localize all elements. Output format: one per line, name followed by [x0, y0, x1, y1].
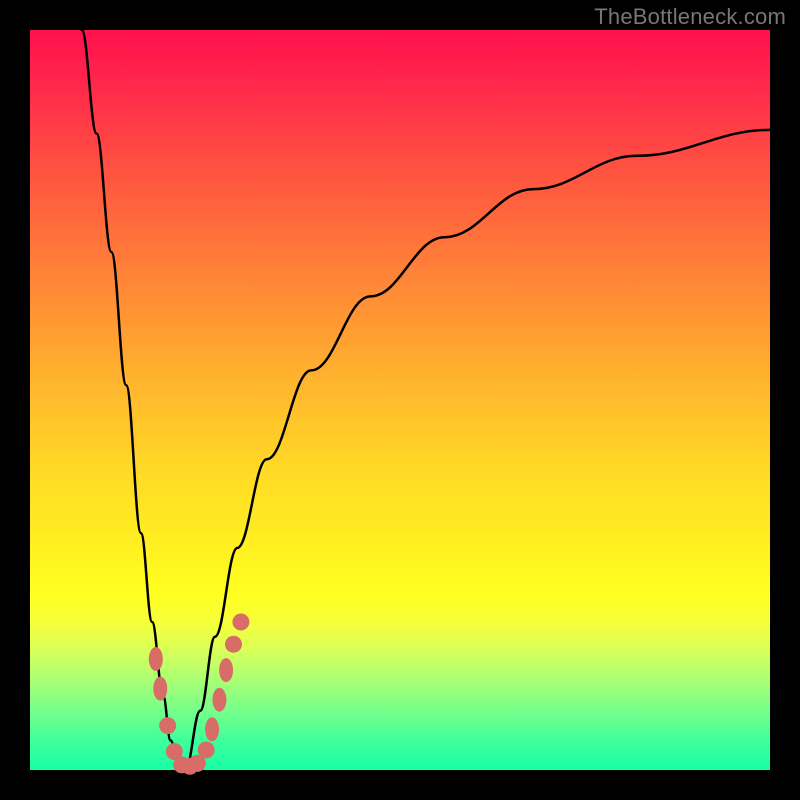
watermark-text: TheBottleneck.com: [594, 4, 786, 30]
data-marker: [198, 742, 215, 759]
chart-plot-area: [30, 30, 770, 770]
data-marker: [153, 677, 167, 701]
data-marker: [205, 717, 219, 741]
curve-left-branch: [82, 30, 186, 770]
data-marker: [159, 717, 176, 734]
data-marker: [232, 614, 249, 631]
data-marker: [219, 658, 233, 682]
data-marker: [225, 636, 242, 653]
data-marker: [212, 688, 226, 712]
curve-right-branch: [185, 130, 770, 770]
data-markers: [149, 614, 250, 775]
data-marker: [149, 647, 163, 671]
